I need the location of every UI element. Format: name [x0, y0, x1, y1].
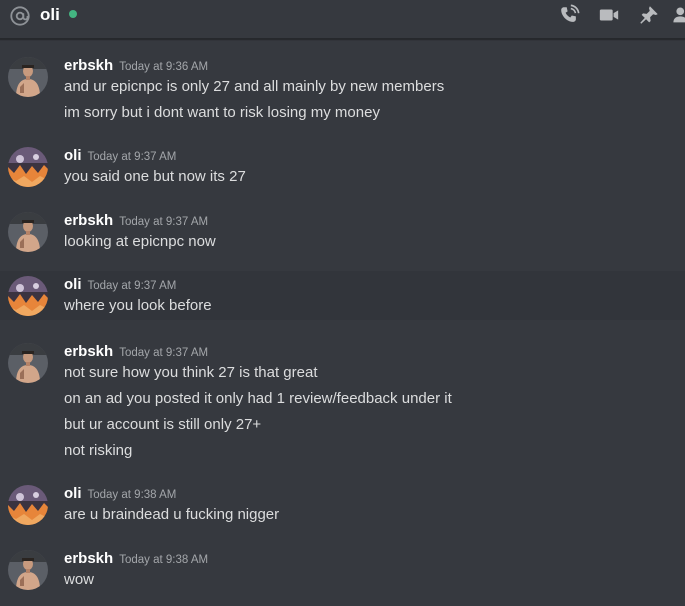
author-name[interactable]: oli — [64, 276, 82, 293]
erbskh-avatar[interactable] — [8, 343, 48, 383]
channel-name: oli — [40, 5, 60, 24]
user-avatar-image — [8, 147, 48, 187]
erbskh-avatar[interactable] — [8, 57, 48, 97]
message-header: oli Today at 9:37 AM — [64, 146, 176, 166]
message-timestamp: Today at 9:38 AM — [87, 489, 177, 501]
oli-avatar[interactable] — [8, 147, 48, 187]
message-text: where you look before — [64, 297, 212, 314]
user-avatar-image — [8, 550, 48, 590]
message-group: erbskh Today at 9:38 AM wow — [0, 543, 685, 595]
message-text: not sure how you think 27 is that great — [64, 364, 318, 381]
message-header: erbskh Today at 9:38 AM — [64, 549, 208, 569]
message-header: erbskh Today at 9:37 AM — [64, 342, 208, 362]
message-group: oli Today at 9:37 AM you said one but now… — [0, 140, 685, 192]
author-name[interactable]: erbskh — [64, 57, 113, 74]
user-avatar-image — [8, 212, 48, 252]
message-header: erbskh Today at 9:37 AM — [64, 211, 208, 231]
message-text: are u braindead u fucking nigger — [64, 506, 280, 523]
message-text: and ur epicnpc is only 27 and all mainly… — [64, 78, 445, 95]
message-group: oli Today at 9:37 AM where you look befor… — [0, 271, 685, 320]
user-avatar-image — [8, 485, 48, 525]
message-group: oli Today at 9:38 AM are u braindead u fu… — [0, 478, 685, 530]
erbskh-avatar[interactable] — [8, 550, 48, 590]
user-avatar-image — [8, 57, 48, 97]
message-text: on an ad you posted it only had 1 review… — [64, 390, 452, 407]
message-group: erbskh Today at 9:37 AM looking at epicnp… — [0, 205, 685, 257]
message-group: erbskh Today at 9:36 AM and ur epicnpc is… — [0, 48, 685, 128]
message-header: oli Today at 9:38 AM — [64, 484, 176, 504]
message-text: wow — [64, 571, 95, 588]
message-text: not risking — [64, 442, 133, 459]
message-timestamp: Today at 9:36 AM — [119, 61, 209, 73]
oli-avatar[interactable] — [8, 485, 48, 525]
message-group: erbskh Today at 9:37 AM not sure how you … — [0, 336, 685, 466]
at-icon — [10, 6, 30, 26]
online-status-dot — [69, 10, 77, 18]
phone-call-icon[interactable] — [558, 4, 580, 26]
message-timestamp: Today at 9:37 AM — [87, 280, 177, 292]
author-name[interactable]: erbskh — [64, 343, 113, 360]
oli-avatar[interactable] — [8, 276, 48, 316]
message-timestamp: Today at 9:37 AM — [119, 347, 209, 359]
author-name[interactable]: oli — [64, 485, 82, 502]
author-name[interactable]: erbskh — [64, 212, 113, 229]
message-text: im sorry but i dont want to risk losing … — [64, 104, 380, 121]
message-text: but ur account is still only 27+ — [64, 416, 262, 433]
message-timestamp: Today at 9:37 AM — [87, 151, 177, 163]
pin-icon[interactable] — [638, 4, 660, 26]
author-name[interactable]: erbskh — [64, 550, 113, 567]
channel-header: oli — [0, 0, 685, 39]
erbskh-avatar[interactable] — [8, 212, 48, 252]
message-header: erbskh Today at 9:36 AM — [64, 56, 208, 76]
author-name[interactable]: oli — [64, 147, 82, 164]
message-header: oli Today at 9:37 AM — [64, 275, 176, 295]
members-icon[interactable] — [672, 4, 685, 26]
message-text: you said one but now its 27 — [64, 168, 246, 185]
video-call-icon[interactable] — [598, 4, 620, 26]
message-list[interactable]: erbskh Today at 9:36 AM and ur epicnpc is… — [0, 40, 685, 606]
message-timestamp: Today at 9:37 AM — [119, 216, 209, 228]
user-avatar-image — [8, 276, 48, 316]
message-timestamp: Today at 9:38 AM — [119, 554, 209, 566]
user-avatar-image — [8, 343, 48, 383]
message-text: looking at epicnpc now — [64, 233, 216, 250]
